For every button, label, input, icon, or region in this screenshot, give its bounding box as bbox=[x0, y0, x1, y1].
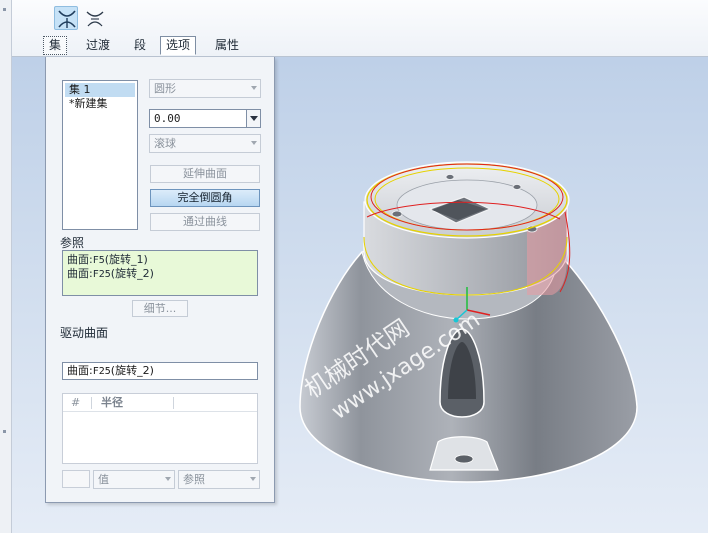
extend-surface-button[interactable]: 延伸曲面 bbox=[150, 165, 260, 183]
tab-options[interactable]: 选项 bbox=[160, 36, 197, 55]
reference-item[interactable]: 曲面:F25(旋转_2) bbox=[67, 267, 253, 281]
set-list-item[interactable]: 集 1 bbox=[65, 83, 135, 97]
surface-fillet-button[interactable] bbox=[54, 6, 78, 30]
driving-surface-label: 驱动曲面 bbox=[60, 326, 109, 340]
set-list-new-item[interactable]: *新建集 bbox=[65, 97, 135, 111]
reference-name: (旋转_2) bbox=[110, 267, 154, 280]
tab-set[interactable]: 集 bbox=[43, 36, 68, 55]
strip-mark bbox=[3, 8, 6, 11]
reference-id: F25 bbox=[92, 269, 111, 280]
model-lug-hole bbox=[454, 454, 474, 464]
surface-alt-tool-icon bbox=[86, 11, 104, 27]
method-combo-value: 滚球 bbox=[154, 137, 176, 150]
model-bolt-hole bbox=[391, 210, 403, 218]
value-type-combo-value: 值 bbox=[98, 473, 109, 486]
model-bolt-hole bbox=[445, 174, 455, 180]
driving-surface-name: (旋转_2) bbox=[110, 364, 154, 377]
chevron-down-icon bbox=[250, 477, 256, 481]
radius-dropdown-button[interactable] bbox=[246, 110, 260, 127]
chevron-down-icon bbox=[251, 86, 257, 90]
left-edge-strip bbox=[0, 0, 12, 533]
reference-item[interactable]: 曲面:F5(旋转_1) bbox=[67, 253, 253, 267]
value-swatch[interactable] bbox=[62, 470, 90, 488]
options-panel: 集 1 *新建集 圆形 0.00 滚球 延伸曲面 完全倒圆角 通过曲线 参照 曲… bbox=[45, 57, 275, 503]
method-combo[interactable]: 滚球 bbox=[149, 134, 261, 153]
column-header-index: # bbox=[71, 396, 81, 409]
tab-properties[interactable]: 属性 bbox=[209, 36, 245, 55]
tab-transition[interactable]: 过渡 bbox=[80, 36, 116, 55]
full-round-button[interactable]: 完全倒圆角 bbox=[150, 189, 260, 207]
radius-input[interactable]: 0.00 bbox=[149, 109, 261, 128]
surface-alt-button[interactable] bbox=[82, 6, 106, 30]
column-divider bbox=[173, 397, 174, 409]
set-list[interactable]: 集 1 *新建集 bbox=[62, 80, 138, 230]
reference-type-combo-value: 参照 bbox=[183, 473, 205, 486]
driving-surface-collector[interactable]: 曲面:F25(旋转_2) bbox=[62, 362, 258, 380]
chevron-down-icon bbox=[250, 116, 258, 121]
strip-mark bbox=[3, 430, 6, 433]
reference-id: F5 bbox=[92, 255, 105, 266]
references-collector[interactable]: 曲面:F5(旋转_1) 曲面:F25(旋转_2) bbox=[62, 250, 258, 296]
radius-value: 0.00 bbox=[154, 112, 181, 125]
value-type-combo[interactable]: 值 bbox=[93, 470, 175, 489]
surface-tool-icon bbox=[58, 10, 76, 28]
reference-name: (旋转_1) bbox=[104, 253, 148, 266]
through-curve-button[interactable]: 通过曲线 bbox=[150, 213, 260, 231]
shape-combo[interactable]: 圆形 bbox=[149, 79, 261, 98]
radius-table-header: # 半径 bbox=[63, 394, 257, 412]
details-button[interactable]: 细节... bbox=[132, 300, 188, 317]
tab-section[interactable]: 段 bbox=[128, 36, 152, 55]
radius-table[interactable]: # 半径 bbox=[62, 393, 258, 464]
shape-combo-value: 圆形 bbox=[154, 82, 176, 95]
chevron-down-icon bbox=[251, 141, 257, 145]
reference-type-combo[interactable]: 参照 bbox=[178, 470, 260, 489]
driving-surface-prefix: 曲面: bbox=[67, 364, 93, 377]
column-header-radius: 半径 bbox=[101, 396, 123, 409]
driving-surface-id: F25 bbox=[92, 366, 111, 377]
reference-prefix: 曲面: bbox=[67, 267, 93, 280]
model-bolt-hole bbox=[512, 184, 522, 190]
references-label: 参照 bbox=[60, 236, 85, 250]
column-divider bbox=[91, 397, 92, 409]
reference-prefix: 曲面: bbox=[67, 253, 93, 266]
chevron-down-icon bbox=[165, 477, 171, 481]
